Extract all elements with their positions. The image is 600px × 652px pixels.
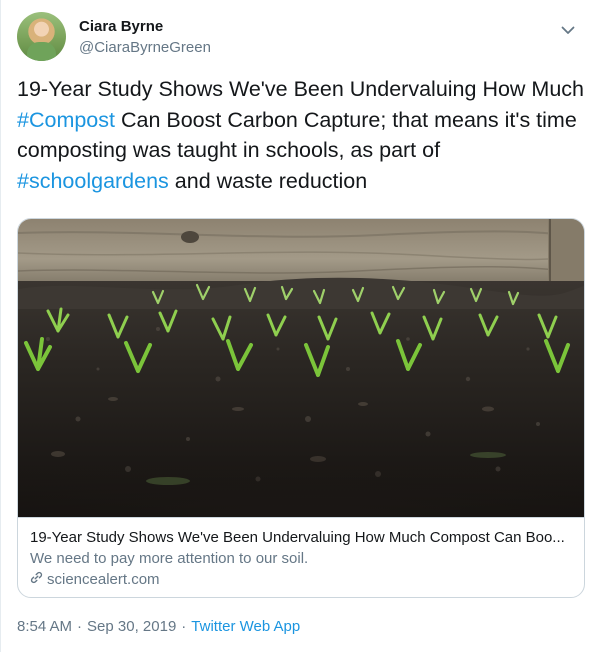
tweet: Ciara Byrne @CiaraByrneGreen 19-Year Stu… [0, 0, 600, 652]
tweet-time[interactable]: 8:54 AM [17, 618, 72, 635]
tweet-source[interactable]: Twitter Web App [191, 618, 300, 635]
tweet-date[interactable]: Sep 30, 2019 [87, 618, 176, 635]
hashtag-compost[interactable]: #Compost [17, 108, 115, 132]
card-domain-label: sciencealert.com [47, 571, 160, 588]
seedlings-in-soil-photo [18, 219, 584, 517]
author-handle[interactable]: @CiaraByrneGreen [79, 39, 211, 56]
card-description: We need to pay more attention to our soi… [30, 550, 309, 567]
hashtag-schoolgardens[interactable]: #schoolgardens [17, 169, 169, 193]
card-domain[interactable]: sciencealert.com [30, 571, 160, 588]
chevron-down-icon[interactable] [558, 20, 578, 40]
card-image[interactable] [18, 219, 584, 517]
link-card[interactable]: 19-Year Study Shows We've Been Undervalu… [17, 218, 585, 598]
card-meta[interactable]: 19-Year Study Shows We've Been Undervalu… [18, 517, 584, 597]
author-name[interactable]: Ciara Byrne [79, 18, 163, 35]
tweet-text: 19-Year Study Shows We've Been Undervalu… [17, 74, 585, 196]
card-title[interactable]: 19-Year Study Shows We've Been Undervalu… [30, 529, 574, 546]
separator: · [181, 618, 187, 635]
avatar[interactable] [17, 12, 66, 61]
separator: · [77, 618, 83, 635]
tweet-footer: 8:54 AM · Sep 30, 2019 · Twitter Web App [17, 618, 300, 635]
tweet-header: Ciara Byrne @CiaraByrneGreen [17, 10, 584, 66]
link-icon [30, 571, 43, 588]
tweet-text-part: 19-Year Study Shows We've Been Undervalu… [17, 77, 584, 101]
tweet-text-part: and waste reduction [168, 168, 368, 193]
